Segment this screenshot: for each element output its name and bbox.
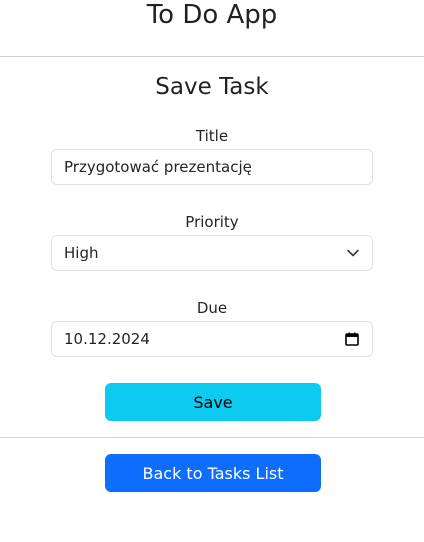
- due-date-value: 10.12.2024: [64, 330, 150, 348]
- title-input-value: Przygotować prezentację: [64, 158, 252, 176]
- header-divider: [0, 56, 424, 57]
- calendar-icon[interactable]: [344, 331, 360, 347]
- priority-select[interactable]: High: [51, 235, 373, 271]
- save-button[interactable]: Save: [105, 383, 321, 421]
- app-title: To Do App: [146, 0, 278, 30]
- back-to-tasks-button[interactable]: Back to Tasks List: [105, 454, 321, 492]
- footer-divider: [0, 437, 424, 438]
- priority-select-value: High: [64, 244, 99, 262]
- title-input[interactable]: Przygotować prezentację: [51, 149, 373, 185]
- due-label: Due: [196, 299, 228, 317]
- title-label: Title: [195, 127, 229, 145]
- chevron-down-icon: [346, 246, 360, 260]
- priority-label: Priority: [185, 213, 239, 231]
- page-title: Save Task: [155, 74, 269, 100]
- due-date-input[interactable]: 10.12.2024: [51, 321, 373, 357]
